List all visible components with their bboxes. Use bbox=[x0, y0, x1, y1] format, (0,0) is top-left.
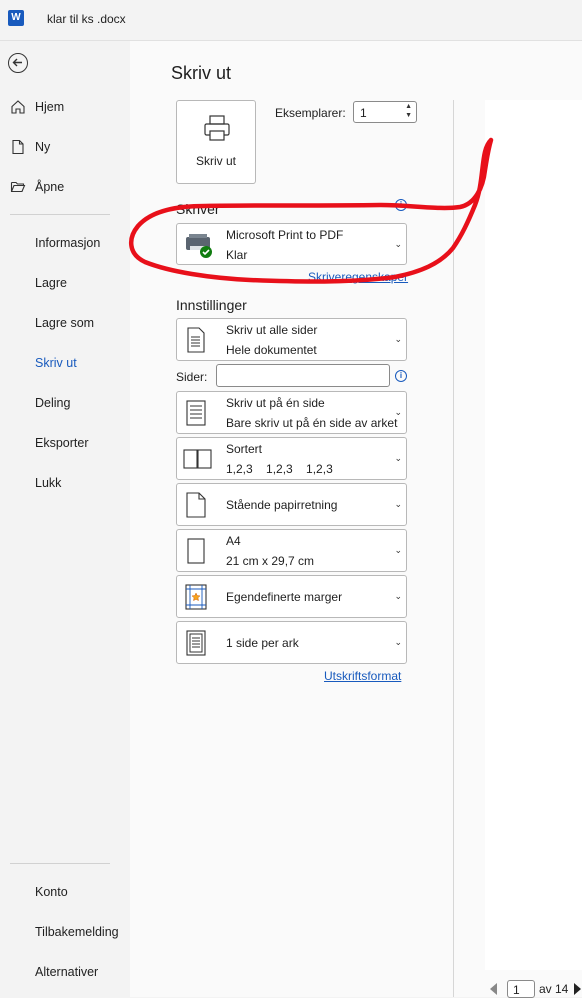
pages-label: Sider: bbox=[176, 370, 208, 384]
nav-item-export[interactable]: Eksporter bbox=[35, 436, 89, 450]
previous-page-icon[interactable] bbox=[488, 982, 500, 996]
page-number-input[interactable]: 1 bbox=[507, 980, 535, 998]
one-sided-icon bbox=[186, 400, 206, 426]
copies-label: Eksemplarer: bbox=[275, 106, 346, 120]
nav-item-label: Hjem bbox=[35, 100, 65, 114]
printer-properties-link[interactable]: Skriveregenskaper bbox=[308, 270, 408, 284]
settings-section-title: Innstillinger bbox=[176, 297, 247, 313]
printer-icon bbox=[204, 115, 230, 141]
new-document-icon bbox=[12, 139, 24, 155]
dropdown-line2: Bare skriv ut på én side av arket bbox=[226, 416, 398, 430]
dropdown-line1: Sortert bbox=[226, 442, 263, 456]
print-range-dropdown[interactable]: Skriv ut alle sider Hele dokumentet ⌄ bbox=[176, 318, 407, 361]
page-number-value: 1 bbox=[513, 983, 520, 997]
dropdown-line1: A4 bbox=[226, 534, 241, 548]
chevron-down-icon: ⌄ bbox=[394, 407, 402, 417]
folder-icon bbox=[10, 181, 26, 193]
collate-dropdown[interactable]: Sortert 1,2,3 1,2,3 1,2,3 ⌄ bbox=[176, 437, 407, 480]
portrait-icon bbox=[186, 492, 206, 518]
nav-divider bbox=[10, 863, 110, 864]
sides-dropdown[interactable]: Skriv ut på én side Bare skriv ut på én … bbox=[176, 391, 407, 434]
back-arrow-icon[interactable] bbox=[8, 53, 28, 73]
print-button[interactable]: Skriv ut bbox=[176, 100, 256, 184]
nav-item-feedback[interactable]: Tilbakemelding bbox=[35, 925, 119, 939]
title-bar: W klar til ks .docx bbox=[0, 0, 582, 41]
nav-item-share[interactable]: Deling bbox=[35, 396, 70, 410]
nav-item-label: Åpne bbox=[35, 180, 65, 194]
nav-item-save[interactable]: Lagre bbox=[35, 276, 67, 290]
margins-dropdown[interactable]: Egendefinerte marger ⌄ bbox=[176, 575, 407, 618]
chevron-down-icon: ⌄ bbox=[394, 545, 402, 555]
paper-size-icon bbox=[187, 538, 205, 564]
printer-dropdown[interactable]: Microsoft Print to PDF Klar ⌄ bbox=[176, 223, 407, 265]
paper-size-dropdown[interactable]: A4 21 cm x 29,7 cm ⌄ bbox=[176, 529, 407, 572]
nav-item-options[interactable]: Alternativer bbox=[35, 965, 98, 979]
all-pages-icon bbox=[187, 327, 205, 353]
copies-stepper[interactable]: 1 ▲ ▼ bbox=[353, 101, 417, 123]
page-setup-link[interactable]: Utskriftsformat bbox=[324, 669, 401, 683]
printer-section-title: Skriver bbox=[176, 201, 220, 217]
pages-input[interactable] bbox=[216, 364, 390, 387]
chevron-down-icon: ⌄ bbox=[394, 239, 402, 249]
printer-status: Klar bbox=[226, 248, 248, 262]
nav-divider bbox=[10, 214, 110, 215]
pages-per-sheet-icon bbox=[186, 630, 206, 656]
spin-down-icon[interactable]: ▼ bbox=[405, 112, 412, 119]
dropdown-line2: Hele dokumentet bbox=[226, 343, 317, 357]
dropdown-line1: Skriv ut alle sider bbox=[226, 323, 318, 337]
print-preview bbox=[485, 100, 582, 970]
chevron-down-icon: ⌄ bbox=[394, 591, 402, 601]
orientation-dropdown[interactable]: Stående papirretning ⌄ bbox=[176, 483, 407, 526]
dropdown-line1: 1 side per ark bbox=[226, 636, 299, 650]
chevron-down-icon: ⌄ bbox=[394, 499, 402, 509]
dropdown-line2: 21 cm x 29,7 cm bbox=[226, 554, 315, 568]
dropdown-line2: 1,2,3 1,2,3 1,2,3 bbox=[226, 462, 333, 476]
chevron-down-icon: ⌄ bbox=[394, 453, 402, 463]
collated-icon bbox=[183, 449, 212, 469]
next-page-icon[interactable] bbox=[574, 982, 582, 996]
dropdown-line1: Skriv ut på én side bbox=[226, 396, 325, 410]
info-icon[interactable]: i bbox=[395, 370, 407, 382]
page-title: Skriv ut bbox=[171, 63, 232, 83]
spin-up-icon[interactable]: ▲ bbox=[405, 103, 412, 110]
dropdown-line1: Stående papirretning bbox=[226, 498, 338, 512]
nav-item-close[interactable]: Lukk bbox=[35, 476, 61, 490]
nav-item-label: Ny bbox=[35, 140, 51, 154]
print-button-label: Skriv ut bbox=[195, 154, 236, 168]
custom-margins-icon bbox=[185, 584, 207, 610]
nav-item-account[interactable]: Konto bbox=[35, 885, 68, 899]
chevron-down-icon: ⌄ bbox=[394, 637, 402, 647]
page-count-label: av 14 bbox=[539, 982, 569, 996]
nav-item-save-as[interactable]: Lagre som bbox=[35, 316, 94, 330]
nav-item-print[interactable]: Skriv ut bbox=[35, 356, 77, 370]
pane-divider bbox=[453, 100, 454, 997]
nav-item-info[interactable]: Informasjon bbox=[35, 236, 100, 250]
dropdown-line1: Egendefinerte marger bbox=[226, 590, 343, 604]
document-title: klar til ks .docx bbox=[47, 12, 126, 26]
printer-name: Microsoft Print to PDF bbox=[226, 228, 344, 242]
chevron-down-icon: ⌄ bbox=[394, 334, 402, 344]
home-icon bbox=[11, 100, 25, 114]
word-app-icon: W bbox=[8, 10, 28, 26]
pages-per-sheet-dropdown[interactable]: 1 side per ark ⌄ bbox=[176, 621, 407, 664]
printer-ready-icon bbox=[186, 234, 212, 258]
copies-value: 1 bbox=[360, 106, 367, 120]
info-icon[interactable]: i bbox=[395, 199, 407, 211]
